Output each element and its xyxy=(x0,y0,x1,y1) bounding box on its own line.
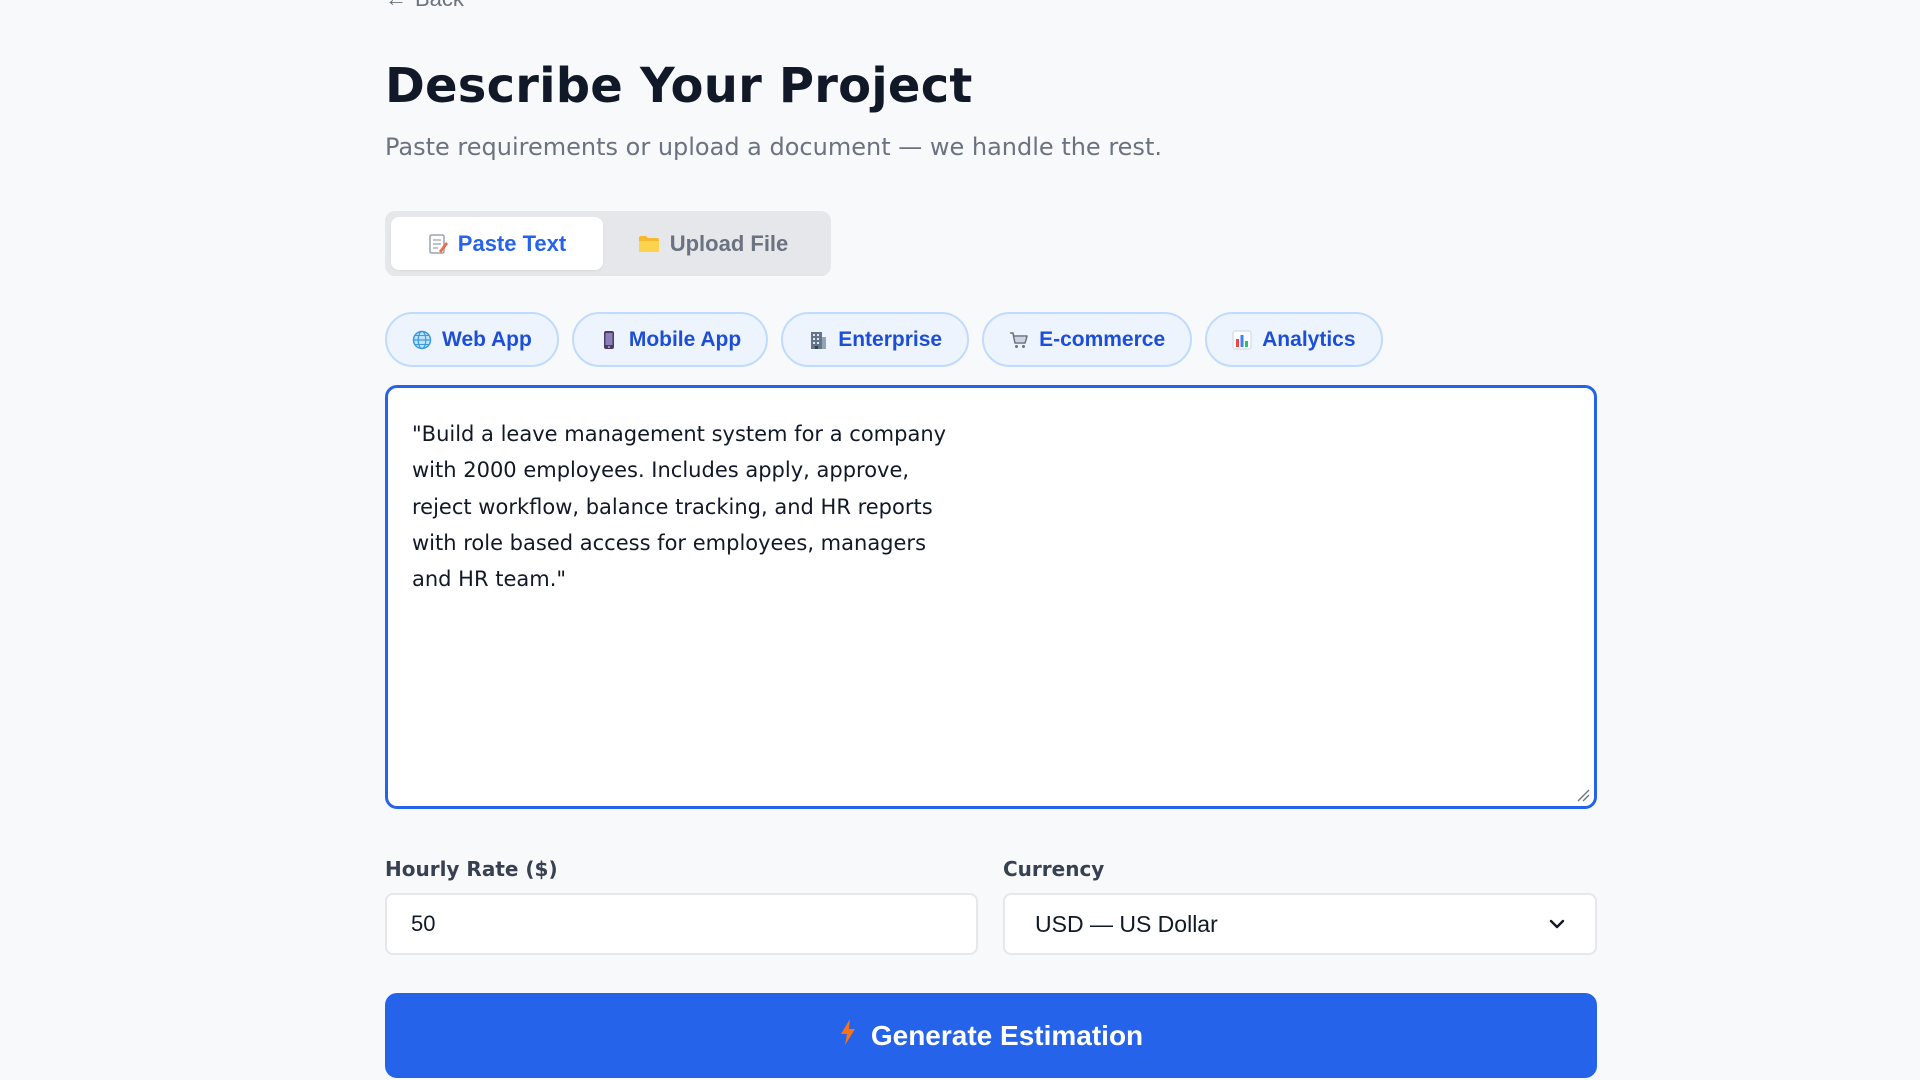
hourly-rate-label: Hourly Rate ($) xyxy=(385,857,558,881)
currency-select[interactable]: USD — US Dollar xyxy=(1003,893,1597,955)
resize-handle-icon[interactable] xyxy=(1576,788,1590,802)
chip-ecommerce-label: E-commerce xyxy=(1039,327,1166,351)
back-link[interactable]: ← Back xyxy=(385,0,464,12)
chevron-down-icon xyxy=(1549,919,1565,929)
mobile-phone-icon xyxy=(599,330,619,350)
chip-web-app[interactable]: Web App xyxy=(385,312,559,367)
requirements-textarea-wrapper xyxy=(385,385,1597,809)
chip-analytics-label: Analytics xyxy=(1262,327,1356,351)
chip-enterprise-label: Enterprise xyxy=(838,327,943,351)
folder-icon xyxy=(638,234,660,254)
chip-enterprise[interactable]: Enterprise xyxy=(781,312,970,367)
page-subtitle: Paste requirements or upload a document … xyxy=(385,133,1162,161)
template-chips: Web App Mobile App Enterprise E-commerce… xyxy=(385,312,1383,367)
tab-paste-text[interactable]: Paste Text xyxy=(391,217,603,270)
lightning-icon xyxy=(839,1018,857,1053)
currency-selected-value: USD — US Dollar xyxy=(1035,910,1218,937)
tab-upload-file-label: Upload File xyxy=(669,230,789,256)
generate-estimation-button[interactable]: Generate Estimation xyxy=(385,993,1597,1078)
office-building-icon xyxy=(808,330,828,350)
globe-icon xyxy=(412,330,432,350)
page-title: Describe Your Project xyxy=(385,58,973,114)
back-link-label: Back xyxy=(415,0,464,12)
back-arrow-icon: ← xyxy=(385,0,407,12)
chip-mobile-app[interactable]: Mobile App xyxy=(571,312,769,367)
tab-upload-file[interactable]: Upload File xyxy=(607,217,819,270)
chip-ecommerce[interactable]: E-commerce xyxy=(982,312,1193,367)
tab-paste-text-label: Paste Text xyxy=(457,230,567,256)
chip-web-app-label: Web App xyxy=(442,327,532,351)
hourly-rate-input[interactable]: 50 xyxy=(385,893,978,955)
generate-estimation-label: Generate Estimation xyxy=(870,1019,1144,1051)
memo-icon xyxy=(428,233,448,255)
currency-label: Currency xyxy=(1003,857,1105,881)
shopping-cart-icon xyxy=(1009,330,1029,350)
input-mode-tabs: Paste Text Upload File xyxy=(385,211,831,276)
chip-analytics[interactable]: Analytics xyxy=(1205,312,1383,367)
requirements-textarea[interactable] xyxy=(388,388,1594,806)
bar-chart-icon xyxy=(1232,330,1252,350)
chip-mobile-app-label: Mobile App xyxy=(628,327,742,351)
